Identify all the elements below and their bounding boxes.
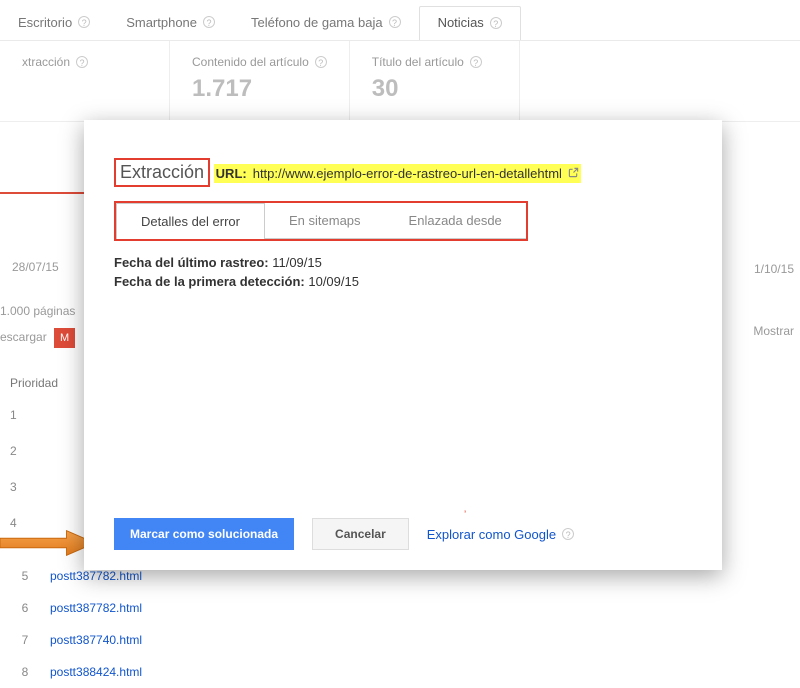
tab-linked-from[interactable]: Enlazada desde: [385, 203, 526, 239]
table-row[interactable]: 6postt387782.html: [0, 592, 142, 624]
last-crawl-value: 11/09/15: [272, 255, 322, 270]
modal-footer: Marcar como solucionada Cancelar Explora…: [114, 518, 692, 550]
help-icon: ?: [76, 56, 88, 68]
first-detect-label: Fecha de la primera detección:: [114, 274, 305, 289]
help-icon: ?: [78, 16, 90, 28]
modal-tab-bar: Detalles del error En sitemaps Enlazada …: [114, 201, 692, 241]
card-label: Título del artículo: [372, 55, 464, 69]
background-right-panel: 1/10/15 Mostrar: [753, 262, 794, 338]
tab-news[interactable]: Noticias ?: [419, 6, 521, 40]
help-icon: ?: [470, 56, 482, 68]
red-button[interactable]: M: [54, 328, 75, 348]
url-cell: postt387782.html: [50, 569, 142, 583]
tab-label: Escritorio: [18, 15, 72, 30]
summary-cards: xtracción? Contenido del artículo? 1.717…: [0, 41, 800, 122]
annotation-highlight-url: URL: http://www.ejemplo-error-de-rastreo…: [214, 164, 581, 183]
tab-smartphone[interactable]: Smartphone ?: [108, 6, 233, 40]
tab-in-sitemaps[interactable]: En sitemaps: [265, 203, 385, 239]
tab-desktop[interactable]: Escritorio ?: [0, 6, 108, 40]
table-row[interactable]: 7postt387740.html: [0, 624, 142, 656]
show-toggle[interactable]: Mostrar: [753, 324, 794, 338]
annotation-highlight-tabs: Detalles del error En sitemaps Enlazada …: [114, 201, 528, 241]
open-external-icon[interactable]: [568, 167, 579, 181]
link-label: Explorar como Google: [427, 527, 556, 542]
card-value: 30: [372, 75, 497, 103]
device-tab-bar: Escritorio ? Smartphone ? Teléfono de ga…: [0, 0, 800, 41]
url-cell: postt387782.html: [50, 601, 142, 615]
first-detect-value: 10/09/15: [308, 274, 359, 289]
mark-as-fixed-button[interactable]: Marcar como solucionada: [114, 518, 294, 550]
card-article-title[interactable]: Título del artículo? 30: [350, 41, 520, 121]
error-details-panel: Fecha del último rastreo: 11/09/15 Fecha…: [114, 255, 692, 289]
card-label: xtracción: [22, 55, 70, 69]
url-value: http://www.ejemplo-error-de-rastreo-url-…: [253, 166, 562, 181]
card-label: Contenido del artículo: [192, 55, 309, 69]
help-icon: ?: [490, 17, 502, 29]
fetch-as-google-link[interactable]: Explorar como Google ?: [427, 527, 574, 542]
annotation-highlight-title: Extracción: [114, 158, 210, 187]
url-cell: postt388424.html: [50, 665, 142, 679]
tab-label: Noticias: [438, 15, 484, 30]
cancel-button[interactable]: Cancelar: [312, 518, 409, 550]
help-icon: ?: [389, 16, 401, 28]
crawl-error-detail-modal: Extracción URL: http://www.ejemplo-error…: [84, 120, 722, 570]
tab-feature-phone[interactable]: Teléfono de gama baja ?: [233, 6, 419, 40]
help-icon: ?: [562, 528, 574, 540]
tab-label: Teléfono de gama baja: [251, 15, 383, 30]
card-article-content[interactable]: Contenido del artículo? 1.717: [170, 41, 350, 121]
card-value: 1.717: [192, 75, 327, 103]
card-extraction[interactable]: xtracción?: [0, 41, 170, 121]
help-icon: ?: [203, 16, 215, 28]
annotation-arrow-icon: [0, 530, 95, 556]
url-cell: postt387740.html: [50, 633, 142, 647]
modal-title: Extracción: [120, 162, 204, 183]
download-link[interactable]: escargar: [0, 330, 47, 344]
url-label: URL:: [216, 166, 247, 181]
tab-label: Smartphone: [126, 15, 197, 30]
help-icon: ?: [315, 56, 327, 68]
axis-date-end: 1/10/15: [753, 262, 794, 276]
last-crawl-label: Fecha del último rastreo:: [114, 255, 269, 270]
table-row[interactable]: 8postt388424.html: [0, 656, 142, 688]
tab-error-details[interactable]: Detalles del error: [116, 203, 265, 239]
url-rows-below-modal: 5postt387782.html 6postt387782.html 7pos…: [0, 560, 142, 688]
